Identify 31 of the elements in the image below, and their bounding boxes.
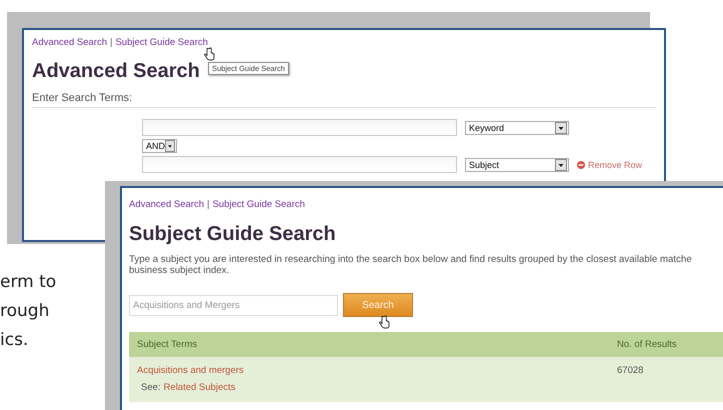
hand-cursor-icon	[204, 47, 215, 61]
caret-icon	[555, 122, 567, 134]
breadcrumb-link[interactable]: Subject Guide Search	[115, 37, 208, 48]
separator: |	[110, 37, 112, 48]
page-title: Advanced Search	[32, 60, 200, 83]
field-dropdown[interactable]: Keyword	[465, 120, 569, 134]
breadcrumb-link[interactable]: Advanced Search	[32, 37, 107, 48]
breadcrumb-link[interactable]: Subject Guide Search	[212, 199, 305, 210]
minus-circle-icon	[577, 160, 585, 168]
section-label: Enter Search Terms:	[32, 92, 656, 108]
document-text: rough	[0, 301, 50, 321]
page-title: Subject Guide Search	[129, 223, 336, 246]
description: Type a subject you are interested in researching into the search box below and find results grouped by the closest available matche business subject index.	[129, 254, 693, 276]
related-subjects-link[interactable]: Related Subjects	[164, 382, 236, 393]
document-text: erm to	[0, 272, 56, 292]
caret-icon	[555, 158, 567, 170]
caret-icon	[165, 140, 175, 152]
result-count: 67028	[617, 365, 644, 378]
column-header: No. of Results	[617, 339, 678, 350]
see-label: See:	[141, 382, 161, 393]
search-term-field[interactable]	[142, 119, 457, 136]
separator: |	[207, 199, 210, 210]
column-header: Subject Terms	[137, 339, 198, 350]
hand-cursor-icon	[379, 315, 390, 329]
search-term-field[interactable]	[142, 156, 457, 173]
subject-term-link[interactable]: Acquisitions and mergers	[137, 365, 617, 376]
remove-row-link[interactable]: Remove Row	[577, 160, 642, 170]
breadcrumb-link[interactable]: Advanced Search	[129, 199, 204, 210]
field-dropdown[interactable]: Subject	[465, 158, 569, 172]
document-text: ics.	[0, 330, 28, 350]
operator-dropdown[interactable]: AND	[142, 139, 177, 153]
